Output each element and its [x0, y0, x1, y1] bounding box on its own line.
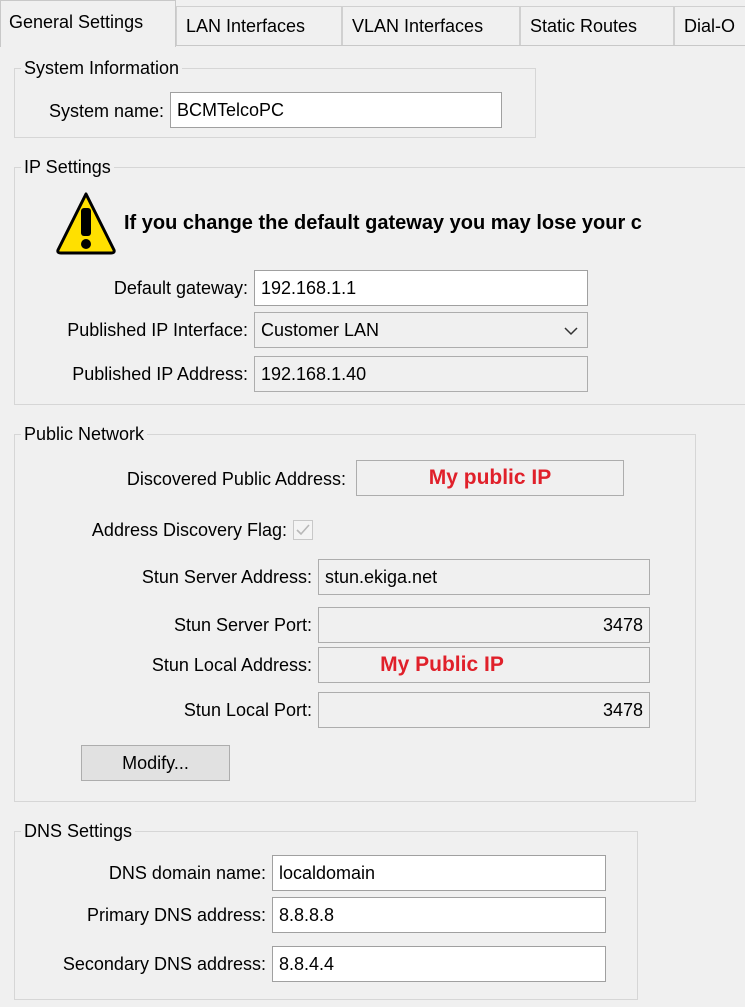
gateway-warning-text: If you change the default gateway you ma… [124, 212, 642, 234]
tab-vlan-interfaces[interactable]: VLAN Interfaces [342, 6, 520, 46]
tab-dial-out[interactable]: Dial-O [674, 6, 745, 46]
primary-dns-address-label: Primary DNS address: [86, 905, 266, 925]
stun-server-address-label: Stun Server Address: [141, 567, 312, 587]
stun-local-address-field: My Public IP [318, 647, 650, 683]
published-ip-interface-select[interactable]: Customer LAN [254, 312, 588, 348]
dns-domain-name-input[interactable]: localdomain [272, 855, 606, 891]
dns-domain-name-label: DNS domain name: [108, 863, 266, 883]
chevron-down-icon [564, 327, 578, 336]
warning-icon [56, 192, 116, 255]
modify-button[interactable]: Modify... [81, 745, 230, 781]
default-gateway-label: Default gateway: [113, 278, 248, 298]
tab-lan-interfaces[interactable]: LAN Interfaces [176, 6, 342, 46]
secondary-dns-address-label: Secondary DNS address: [62, 954, 266, 974]
public-network-legend: Public Network [21, 423, 148, 445]
published-ip-address-label: Published IP Address: [72, 364, 248, 384]
system-information-legend: System Information [21, 57, 183, 79]
address-discovery-flag-checkbox[interactable] [293, 520, 313, 540]
discovered-public-address-field: My public IP [356, 460, 624, 496]
checkmark-icon [296, 524, 310, 536]
stun-local-port-field: 3478 [318, 692, 650, 728]
published-ip-interface-label: Published IP Interface: [67, 320, 248, 340]
default-gateway-input[interactable]: 192.168.1.1 [254, 270, 588, 306]
discovered-public-address-label: Discovered Public Address: [126, 469, 346, 489]
primary-dns-address-input[interactable]: 8.8.8.8 [272, 897, 606, 933]
address-discovery-flag-label: Address Discovery Flag: [91, 520, 287, 540]
tab-general-settings[interactable]: General Settings [0, 0, 176, 47]
tab-strip: General Settings LAN Interfaces VLAN Int… [0, 0, 745, 47]
secondary-dns-address-input[interactable]: 8.8.4.4 [272, 946, 606, 982]
stun-server-port-field: 3478 [318, 607, 650, 643]
stun-server-address-field: stun.ekiga.net [318, 559, 650, 595]
ip-settings-legend: IP Settings [21, 156, 114, 178]
dns-settings-legend: DNS Settings [21, 820, 136, 842]
system-name-label: System name: [48, 101, 164, 121]
stun-server-port-label: Stun Server Port: [173, 615, 312, 635]
stun-local-port-label: Stun Local Port: [183, 700, 312, 720]
system-name-input[interactable]: BCMTelcoPC [170, 92, 502, 128]
published-ip-address-field: 192.168.1.40 [254, 356, 588, 392]
tab-static-routes[interactable]: Static Routes [520, 6, 674, 46]
published-ip-interface-value: Customer LAN [261, 320, 380, 340]
stun-local-address-label: Stun Local Address: [151, 655, 312, 675]
